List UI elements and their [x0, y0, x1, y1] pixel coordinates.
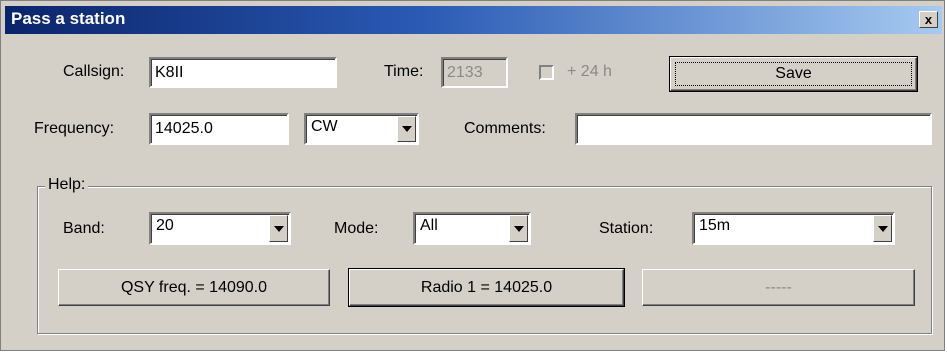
- station-select[interactable]: 15m: [692, 212, 895, 245]
- chevron-down-icon[interactable]: [509, 215, 528, 242]
- help-mode-select[interactable]: All: [413, 212, 531, 245]
- time-input[interactable]: [441, 57, 508, 88]
- time-label: Time:: [384, 63, 424, 80]
- qsy-freq-button-label: QSY freq. = 14090.0: [120, 278, 268, 296]
- band-label: Band:: [63, 220, 105, 237]
- comments-input[interactable]: [575, 113, 932, 145]
- help-group-legend: Help:: [45, 176, 89, 194]
- window-title: Pass a station: [11, 9, 126, 28]
- frequency-label: Frequency:: [34, 120, 115, 137]
- chevron-down-icon[interactable]: [269, 215, 288, 242]
- station-label: Station:: [599, 220, 654, 237]
- blank-button[interactable]: -----: [642, 269, 915, 306]
- qsy-freq-button[interactable]: QSY freq. = 14090.0: [58, 269, 330, 306]
- close-button[interactable]: x: [919, 11, 938, 28]
- focus-rect: [675, 62, 912, 86]
- close-icon: x: [924, 12, 933, 27]
- callsign-label: Callsign:: [63, 63, 125, 80]
- comments-label: Comments:: [464, 120, 546, 137]
- band-select[interactable]: 20: [149, 212, 291, 245]
- band-select-value: 20: [156, 217, 174, 234]
- radio1-button-label: Radio 1 = 14025.0: [420, 278, 553, 296]
- radio1-button[interactable]: Radio 1 = 14025.0: [348, 268, 625, 307]
- mode-select[interactable]: CW: [304, 113, 419, 145]
- help-mode-select-value: All: [420, 217, 438, 234]
- chevron-down-icon[interactable]: [873, 215, 892, 242]
- plus24-label: + 24 h: [567, 63, 612, 80]
- help-group: [37, 186, 932, 334]
- station-select-value: 15m: [699, 217, 731, 234]
- plus24-checkbox[interactable]: [539, 65, 554, 80]
- pass-station-dialog: Pass a station x Callsign: Time: + 24 h …: [0, 0, 945, 351]
- callsign-input[interactable]: [149, 57, 337, 88]
- title-bar[interactable]: Pass a station x: [5, 6, 942, 34]
- chevron-down-icon[interactable]: [397, 116, 416, 142]
- blank-button-label: -----: [765, 278, 792, 296]
- save-button[interactable]: Save: [669, 56, 918, 92]
- mode-label: Mode:: [334, 220, 379, 237]
- mode-select-value: CW: [311, 118, 338, 135]
- frequency-input[interactable]: [149, 113, 289, 145]
